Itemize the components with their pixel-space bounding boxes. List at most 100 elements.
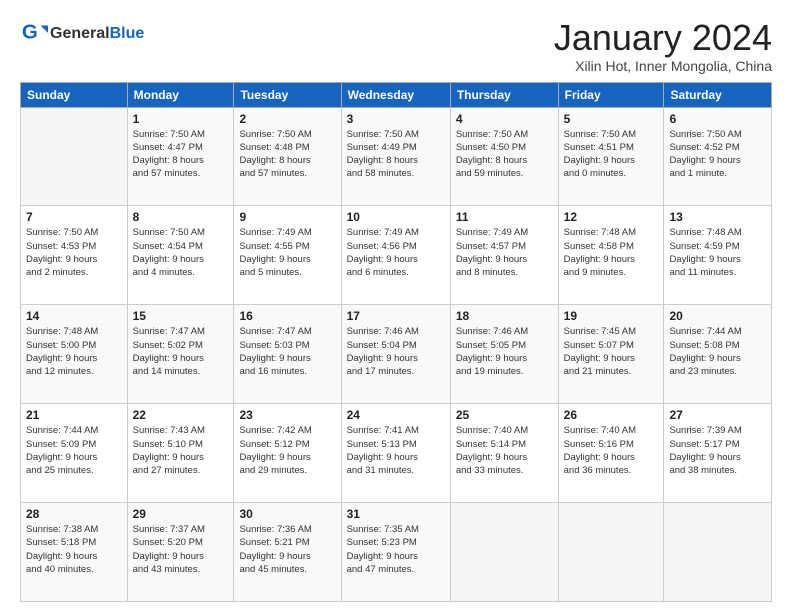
calendar-cell: 17 Sunrise: 7:46 AMSunset: 5:04 PMDayligh… [341, 305, 450, 404]
day-number: 3 [347, 112, 445, 126]
day-number: 13 [669, 210, 766, 224]
day-info: Sunrise: 7:48 AMSunset: 4:59 PMDaylight:… [669, 226, 766, 279]
day-info: Sunrise: 7:49 AMSunset: 4:55 PMDaylight:… [239, 226, 335, 279]
day-number: 15 [133, 309, 229, 323]
day-number: 27 [669, 408, 766, 422]
day-number: 22 [133, 408, 229, 422]
calendar-cell: 23Sunrise: 7:42 AMSunset: 5:12 PMDayligh… [234, 404, 341, 503]
calendar-cell: 9 Sunrise: 7:49 AMSunset: 4:55 PMDaylight… [234, 206, 341, 305]
day-number: 25 [456, 408, 553, 422]
calendar-cell: 16Sunrise: 7:47 AMSunset: 5:03 PMDayligh… [234, 305, 341, 404]
calendar-cell: 25 Sunrise: 7:40 AMSunset: 5:14 PMDayligh… [450, 404, 558, 503]
col-tuesday: Tuesday [234, 82, 341, 107]
col-monday: Monday [127, 82, 234, 107]
logo: G GeneralBlue [20, 18, 144, 46]
day-info: Sunrise: 7:50 AMSunset: 4:53 PMDaylight:… [26, 226, 122, 279]
calendar-cell: 27 Sunrise: 7:39 AMSunset: 5:17 PMDayligh… [664, 404, 772, 503]
day-number: 31 [347, 507, 445, 521]
day-number: 17 [347, 309, 445, 323]
day-info: Sunrise: 7:41 AMSunset: 5:13 PMDaylight:… [347, 424, 445, 477]
day-info: Sunrise: 7:50 AMSunset: 4:51 PMDaylight:… [564, 128, 659, 181]
day-number: 12 [564, 210, 659, 224]
logo-icon: G [20, 18, 48, 46]
svg-text:G: G [22, 21, 38, 44]
day-info: Sunrise: 7:50 AMSunset: 4:47 PMDaylight:… [133, 128, 229, 181]
calendar-cell: 31 Sunrise: 7:35 AMSunset: 5:23 PMDayligh… [341, 503, 450, 602]
day-number: 24 [347, 408, 445, 422]
calendar-cell: 11 Sunrise: 7:49 AMSunset: 4:57 PMDayligh… [450, 206, 558, 305]
day-number: 14 [26, 309, 122, 323]
day-info: Sunrise: 7:40 AMSunset: 5:16 PMDaylight:… [564, 424, 659, 477]
col-friday: Friday [558, 82, 664, 107]
calendar-cell [21, 107, 128, 206]
calendar-cell: 4Sunrise: 7:50 AMSunset: 4:50 PMDaylight… [450, 107, 558, 206]
calendar-cell: 12Sunrise: 7:48 AMSunset: 4:58 PMDayligh… [558, 206, 664, 305]
day-number: 28 [26, 507, 122, 521]
day-number: 16 [239, 309, 335, 323]
day-number: 11 [456, 210, 553, 224]
day-info: Sunrise: 7:44 AMSunset: 5:09 PMDaylight:… [26, 424, 122, 477]
calendar-cell: 26 Sunrise: 7:40 AMSunset: 5:16 PMDayligh… [558, 404, 664, 503]
calendar-cell: 3Sunrise: 7:50 AMSunset: 4:49 PMDaylight… [341, 107, 450, 206]
col-thursday: Thursday [450, 82, 558, 107]
calendar-cell: 6 Sunrise: 7:50 AMSunset: 4:52 PMDaylight… [664, 107, 772, 206]
calendar-cell: 15 Sunrise: 7:47 AMSunset: 5:02 PMDayligh… [127, 305, 234, 404]
calendar-cell [664, 503, 772, 602]
day-number: 21 [26, 408, 122, 422]
calendar-cell [450, 503, 558, 602]
calendar-cell: 28 Sunrise: 7:38 AMSunset: 5:18 PMDayligh… [21, 503, 128, 602]
calendar-cell: 24 Sunrise: 7:41 AMSunset: 5:13 PMDayligh… [341, 404, 450, 503]
calendar-week-row-0: 1 Sunrise: 7:50 AMSunset: 4:47 PMDaylight… [21, 107, 772, 206]
day-number: 30 [239, 507, 335, 521]
day-number: 29 [133, 507, 229, 521]
day-info: Sunrise: 7:43 AMSunset: 5:10 PMDaylight:… [133, 424, 229, 477]
calendar-table: Sunday Monday Tuesday Wednesday Thursday… [20, 82, 772, 602]
day-info: Sunrise: 7:50 AMSunset: 4:50 PMDaylight:… [456, 128, 553, 181]
location: Xilin Hot, Inner Mongolia, China [554, 58, 772, 74]
calendar-cell: 30Sunrise: 7:36 AMSunset: 5:21 PMDayligh… [234, 503, 341, 602]
calendar-week-row-2: 14 Sunrise: 7:48 AMSunset: 5:00 PMDayligh… [21, 305, 772, 404]
title-area: January 2024 Xilin Hot, Inner Mongolia, … [554, 18, 772, 74]
day-info: Sunrise: 7:47 AMSunset: 5:02 PMDaylight:… [133, 325, 229, 378]
calendar-cell: 13 Sunrise: 7:48 AMSunset: 4:59 PMDayligh… [664, 206, 772, 305]
calendar-header-row: Sunday Monday Tuesday Wednesday Thursday… [21, 82, 772, 107]
calendar-week-row-3: 21 Sunrise: 7:44 AMSunset: 5:09 PMDayligh… [21, 404, 772, 503]
day-info: Sunrise: 7:49 AMSunset: 4:57 PMDaylight:… [456, 226, 553, 279]
day-info: Sunrise: 7:50 AMSunset: 4:54 PMDaylight:… [133, 226, 229, 279]
day-info: Sunrise: 7:50 AMSunset: 4:48 PMDaylight:… [239, 128, 335, 181]
day-info: Sunrise: 7:39 AMSunset: 5:17 PMDaylight:… [669, 424, 766, 477]
calendar-cell: 18Sunrise: 7:46 AMSunset: 5:05 PMDayligh… [450, 305, 558, 404]
day-info: Sunrise: 7:46 AMSunset: 5:05 PMDaylight:… [456, 325, 553, 378]
day-info: Sunrise: 7:38 AMSunset: 5:18 PMDaylight:… [26, 523, 122, 576]
day-number: 5 [564, 112, 659, 126]
calendar-cell: 2 Sunrise: 7:50 AMSunset: 4:48 PMDaylight… [234, 107, 341, 206]
day-info: Sunrise: 7:46 AMSunset: 5:04 PMDaylight:… [347, 325, 445, 378]
day-number: 26 [564, 408, 659, 422]
day-number: 6 [669, 112, 766, 126]
calendar-cell: 22 Sunrise: 7:43 AMSunset: 5:10 PMDayligh… [127, 404, 234, 503]
logo-general-text: General [50, 25, 110, 42]
day-info: Sunrise: 7:44 AMSunset: 5:08 PMDaylight:… [669, 325, 766, 378]
day-number: 8 [133, 210, 229, 224]
calendar-cell: 1 Sunrise: 7:50 AMSunset: 4:47 PMDaylight… [127, 107, 234, 206]
day-number: 9 [239, 210, 335, 224]
day-number: 2 [239, 112, 335, 126]
day-info: Sunrise: 7:45 AMSunset: 5:07 PMDaylight:… [564, 325, 659, 378]
day-info: Sunrise: 7:40 AMSunset: 5:14 PMDaylight:… [456, 424, 553, 477]
calendar-week-row-4: 28 Sunrise: 7:38 AMSunset: 5:18 PMDayligh… [21, 503, 772, 602]
calendar-page: G GeneralBlue January 2024 Xilin Hot, In… [0, 0, 792, 612]
day-number: 1 [133, 112, 229, 126]
calendar-cell: 20Sunrise: 7:44 AMSunset: 5:08 PMDayligh… [664, 305, 772, 404]
day-number: 7 [26, 210, 122, 224]
calendar-cell [558, 503, 664, 602]
month-title: January 2024 [554, 18, 772, 58]
day-info: Sunrise: 7:48 AMSunset: 5:00 PMDaylight:… [26, 325, 122, 378]
calendar-cell: 19Sunrise: 7:45 AMSunset: 5:07 PMDayligh… [558, 305, 664, 404]
calendar-cell: 7 Sunrise: 7:50 AMSunset: 4:53 PMDaylight… [21, 206, 128, 305]
day-info: Sunrise: 7:50 AMSunset: 4:52 PMDaylight:… [669, 128, 766, 181]
day-info: Sunrise: 7:35 AMSunset: 5:23 PMDaylight:… [347, 523, 445, 576]
calendar-cell: 5 Sunrise: 7:50 AMSunset: 4:51 PMDaylight… [558, 107, 664, 206]
calendar-cell: 10Sunrise: 7:49 AMSunset: 4:56 PMDayligh… [341, 206, 450, 305]
col-saturday: Saturday [664, 82, 772, 107]
calendar-cell: 21 Sunrise: 7:44 AMSunset: 5:09 PMDayligh… [21, 404, 128, 503]
